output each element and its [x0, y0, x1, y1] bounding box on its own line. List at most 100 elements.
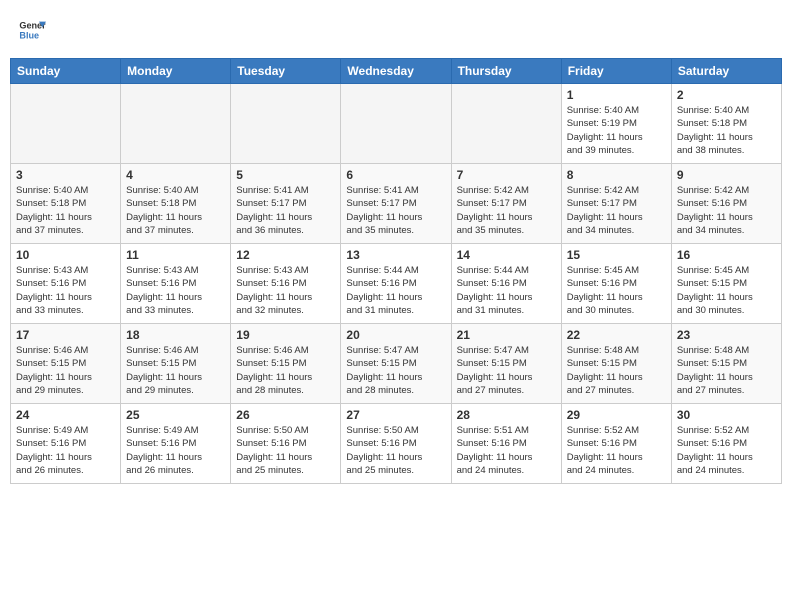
calendar-cell: 18 Sunrise: 5:46 AM Sunset: 5:15 PM Dayli…: [121, 324, 231, 404]
day-number: 3: [16, 168, 115, 182]
calendar-cell: 6Sunrise: 5:41 AM Sunset: 5:17 PM Daylig…: [341, 164, 451, 244]
day-info: Sunrise: 5:48 AM Sunset: 5:15 PM Dayligh…: [677, 344, 776, 397]
day-number: 22: [567, 328, 666, 342]
day-info: Sunrise: 5:52 AM Sunset: 5:16 PM Dayligh…: [567, 424, 666, 477]
day-info: Sunrise: 5:41 AM Sunset: 5:17 PM Dayligh…: [236, 184, 335, 237]
day-info: Sunrise: 5:47 AM Sunset: 5:15 PM Dayligh…: [457, 344, 556, 397]
calendar-cell: [11, 84, 121, 164]
day-number: 24: [16, 408, 115, 422]
day-number: 28: [457, 408, 556, 422]
day-number: 12: [236, 248, 335, 262]
day-info: Sunrise: 5:49 AM Sunset: 5:16 PM Dayligh…: [126, 424, 225, 477]
day-info: Sunrise: 5:46 AM Sunset: 5:15 PM Dayligh…: [16, 344, 115, 397]
calendar-cell: 5 Sunrise: 5:41 AM Sunset: 5:17 PM Daylig…: [231, 164, 341, 244]
day-number: 15: [567, 248, 666, 262]
calendar-cell: 8 Sunrise: 5:42 AM Sunset: 5:17 PM Daylig…: [561, 164, 671, 244]
calendar-cell: 19 Sunrise: 5:46 AM Sunset: 5:15 PM Dayli…: [231, 324, 341, 404]
calendar-cell: 16 Sunrise: 5:45 AM Sunset: 5:15 PM Dayli…: [671, 244, 781, 324]
day-info: Sunrise: 5:40 AM Sunset: 5:18 PM Dayligh…: [677, 104, 776, 157]
logo-icon: General Blue: [18, 16, 46, 44]
day-number: 5: [236, 168, 335, 182]
day-number: 26: [236, 408, 335, 422]
day-info: Sunrise: 5:40 AM Sunset: 5:18 PM Dayligh…: [126, 184, 225, 237]
day-info: Sunrise: 5:47 AM Sunset: 5:15 PM Dayligh…: [346, 344, 445, 397]
calendar-cell: 20 Sunrise: 5:47 AM Sunset: 5:15 PM Dayli…: [341, 324, 451, 404]
calendar-week-2: 3 Sunrise: 5:40 AM Sunset: 5:18 PM Daylig…: [11, 164, 782, 244]
day-info: Sunrise: 5:51 AM Sunset: 5:16 PM Dayligh…: [457, 424, 556, 477]
day-info: Sunrise: 5:43 AM Sunset: 5:16 PM Dayligh…: [16, 264, 115, 317]
day-number: 19: [236, 328, 335, 342]
calendar-cell: 22 Sunrise: 5:48 AM Sunset: 5:15 PM Dayli…: [561, 324, 671, 404]
calendar-cell: 9 Sunrise: 5:42 AM Sunset: 5:16 PM Daylig…: [671, 164, 781, 244]
calendar-week-3: 10 Sunrise: 5:43 AM Sunset: 5:16 PM Dayli…: [11, 244, 782, 324]
calendar-cell: 26 Sunrise: 5:50 AM Sunset: 5:16 PM Dayli…: [231, 404, 341, 484]
day-number: 21: [457, 328, 556, 342]
day-info: Sunrise: 5:46 AM Sunset: 5:15 PM Dayligh…: [236, 344, 335, 397]
day-info: Sunrise: 5:44 AM Sunset: 5:16 PM Dayligh…: [346, 264, 445, 317]
day-info: Sunrise: 5:52 AM Sunset: 5:16 PM Dayligh…: [677, 424, 776, 477]
day-number: 13: [346, 248, 445, 262]
day-info: Sunrise: 5:41 AM Sunset: 5:17 PM Dayligh…: [346, 184, 445, 237]
day-number: 17: [16, 328, 115, 342]
calendar-table: SundayMondayTuesdayWednesdayThursdayFrid…: [10, 58, 782, 484]
day-number: 25: [126, 408, 225, 422]
calendar-cell: 13 Sunrise: 5:44 AM Sunset: 5:16 PM Dayli…: [341, 244, 451, 324]
day-info: Sunrise: 5:49 AM Sunset: 5:16 PM Dayligh…: [16, 424, 115, 477]
day-info: Sunrise: 5:50 AM Sunset: 5:16 PM Dayligh…: [236, 424, 335, 477]
calendar-cell: 7 Sunrise: 5:42 AM Sunset: 5:17 PM Daylig…: [451, 164, 561, 244]
day-info: Sunrise: 5:46 AM Sunset: 5:15 PM Dayligh…: [126, 344, 225, 397]
day-info: Sunrise: 5:43 AM Sunset: 5:16 PM Dayligh…: [236, 264, 335, 317]
day-info: Sunrise: 5:42 AM Sunset: 5:16 PM Dayligh…: [677, 184, 776, 237]
calendar-cell: 29 Sunrise: 5:52 AM Sunset: 5:16 PM Dayli…: [561, 404, 671, 484]
day-number: 29: [567, 408, 666, 422]
calendar-cell: 2 Sunrise: 5:40 AM Sunset: 5:18 PM Daylig…: [671, 84, 781, 164]
day-info: Sunrise: 5:44 AM Sunset: 5:16 PM Dayligh…: [457, 264, 556, 317]
day-number: 2: [677, 88, 776, 102]
calendar-week-5: 24 Sunrise: 5:49 AM Sunset: 5:16 PM Dayli…: [11, 404, 782, 484]
day-info: Sunrise: 5:43 AM Sunset: 5:16 PM Dayligh…: [126, 264, 225, 317]
day-number: 11: [126, 248, 225, 262]
calendar-cell: 12 Sunrise: 5:43 AM Sunset: 5:16 PM Dayli…: [231, 244, 341, 324]
day-number: 4: [126, 168, 225, 182]
day-info: Sunrise: 5:45 AM Sunset: 5:15 PM Dayligh…: [677, 264, 776, 317]
weekday-header-saturday: Saturday: [671, 59, 781, 84]
day-number: 16: [677, 248, 776, 262]
calendar-cell: 4 Sunrise: 5:40 AM Sunset: 5:18 PM Daylig…: [121, 164, 231, 244]
calendar-cell: 14Sunrise: 5:44 AM Sunset: 5:16 PM Dayli…: [451, 244, 561, 324]
calendar-cell: 11 Sunrise: 5:43 AM Sunset: 5:16 PM Dayli…: [121, 244, 231, 324]
day-info: Sunrise: 5:45 AM Sunset: 5:16 PM Dayligh…: [567, 264, 666, 317]
calendar-cell: 27 Sunrise: 5:50 AM Sunset: 5:16 PM Dayli…: [341, 404, 451, 484]
day-info: Sunrise: 5:42 AM Sunset: 5:17 PM Dayligh…: [457, 184, 556, 237]
page-header: General Blue: [10, 10, 782, 50]
day-number: 8: [567, 168, 666, 182]
calendar-cell: 1Sunrise: 5:40 AM Sunset: 5:19 PM Daylig…: [561, 84, 671, 164]
calendar-cell: [341, 84, 451, 164]
day-info: Sunrise: 5:42 AM Sunset: 5:17 PM Dayligh…: [567, 184, 666, 237]
calendar-cell: 30 Sunrise: 5:52 AM Sunset: 5:16 PM Dayli…: [671, 404, 781, 484]
day-number: 7: [457, 168, 556, 182]
day-number: 23: [677, 328, 776, 342]
day-number: 9: [677, 168, 776, 182]
calendar-cell: 15 Sunrise: 5:45 AM Sunset: 5:16 PM Dayli…: [561, 244, 671, 324]
calendar-week-4: 17 Sunrise: 5:46 AM Sunset: 5:15 PM Dayli…: [11, 324, 782, 404]
day-info: Sunrise: 5:48 AM Sunset: 5:15 PM Dayligh…: [567, 344, 666, 397]
calendar-cell: 3Sunrise: 5:40 AM Sunset: 5:18 PM Daylig…: [11, 164, 121, 244]
day-number: 30: [677, 408, 776, 422]
day-number: 10: [16, 248, 115, 262]
calendar-cell: [231, 84, 341, 164]
calendar-cell: 24 Sunrise: 5:49 AM Sunset: 5:16 PM Dayli…: [11, 404, 121, 484]
day-number: 20: [346, 328, 445, 342]
day-number: 27: [346, 408, 445, 422]
weekday-header-row: SundayMondayTuesdayWednesdayThursdayFrid…: [11, 59, 782, 84]
weekday-header-tuesday: Tuesday: [231, 59, 341, 84]
weekday-header-friday: Friday: [561, 59, 671, 84]
logo: General Blue: [18, 16, 46, 44]
calendar-week-1: 1Sunrise: 5:40 AM Sunset: 5:19 PM Daylig…: [11, 84, 782, 164]
weekday-header-thursday: Thursday: [451, 59, 561, 84]
calendar-cell: 25 Sunrise: 5:49 AM Sunset: 5:16 PM Dayli…: [121, 404, 231, 484]
day-number: 18: [126, 328, 225, 342]
calendar-cell: 17 Sunrise: 5:46 AM Sunset: 5:15 PM Dayli…: [11, 324, 121, 404]
day-number: 1: [567, 88, 666, 102]
day-info: Sunrise: 5:50 AM Sunset: 5:16 PM Dayligh…: [346, 424, 445, 477]
calendar-cell: [121, 84, 231, 164]
